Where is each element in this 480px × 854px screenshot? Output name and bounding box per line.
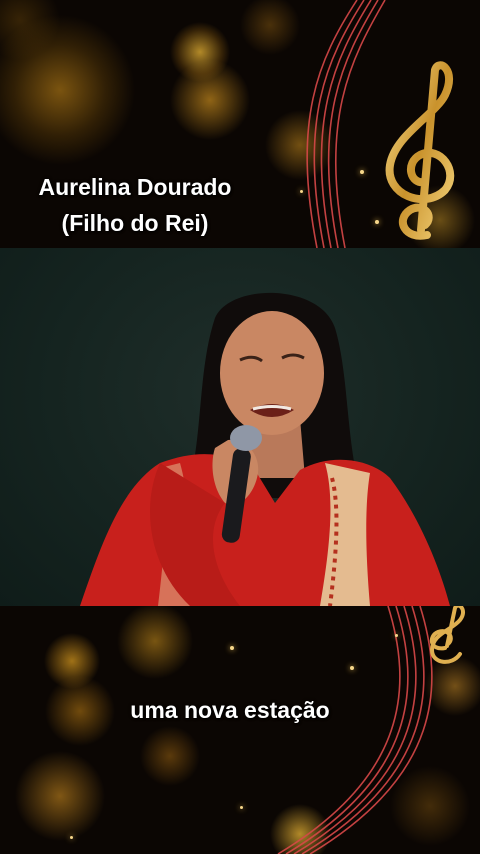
lyric-line: uma nova estação <box>130 697 330 723</box>
treble-clef-icon <box>385 61 455 240</box>
bottom-bokeh-panel <box>0 606 480 854</box>
treble-clef-icon <box>429 606 466 664</box>
sparkle <box>70 836 73 839</box>
song-title: (Filho do Rei) <box>61 210 209 236</box>
music-staff-icon <box>277 606 466 854</box>
singer-image <box>80 292 450 606</box>
sparkle <box>300 190 303 193</box>
sparkle <box>395 634 398 637</box>
sparkle <box>240 806 243 809</box>
artist-name: Aurelina Dourado <box>38 174 232 200</box>
sparkle <box>375 220 379 224</box>
sparkle <box>350 666 354 670</box>
sparkle <box>360 170 364 174</box>
sparkle <box>230 646 234 650</box>
video-frame <box>0 248 480 606</box>
